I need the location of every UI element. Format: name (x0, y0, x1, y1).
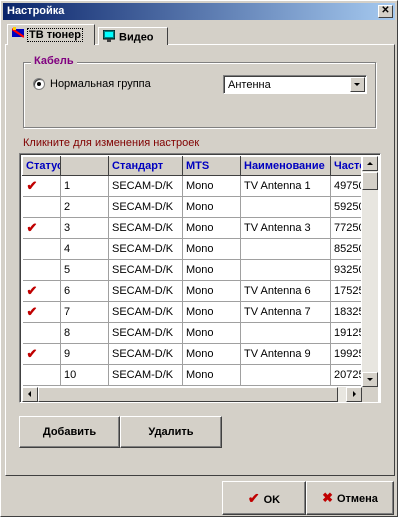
tab-tv-tuner[interactable]: ТВ тюнер (7, 24, 95, 45)
tab-video[interactable]: Видео (98, 27, 168, 45)
ok-label: OK (263, 494, 281, 506)
title-bar[interactable]: Настройка ✕ (3, 3, 395, 20)
checkmark-icon: ✔ (247, 490, 260, 506)
close-x-icon: ✖ (322, 490, 333, 505)
tab-label: Видео (119, 31, 154, 44)
tab-label: ТВ тюнер (27, 27, 83, 42)
tab-panel (5, 44, 395, 476)
ok-button[interactable]: ✔ OK (222, 481, 306, 515)
window-title: Настройка (7, 5, 65, 17)
cancel-button[interactable]: ✖ Отмена (306, 481, 394, 515)
settings-dialog: Настройка ✕ ТВ тюнер Видео Кабель Нормал… (0, 0, 398, 517)
monitor-icon (102, 29, 116, 45)
cancel-label: Отмена (336, 493, 378, 505)
tv-tuner-icon (11, 27, 25, 42)
close-button[interactable]: ✕ (378, 5, 393, 18)
